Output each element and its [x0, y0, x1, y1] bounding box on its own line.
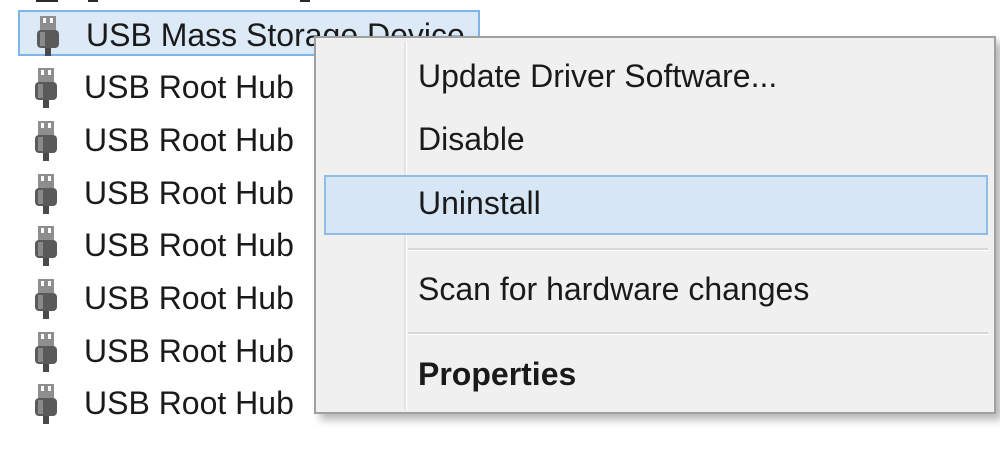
device-item-label: USB Root Hub	[84, 69, 294, 105]
context-menu: Update Driver Software... Disable Uninst…	[314, 36, 996, 414]
usb-plug-icon	[32, 279, 60, 319]
device-item-label: USB Root Hub	[84, 333, 294, 369]
menu-separator	[408, 248, 988, 251]
menu-item-label: Uninstall	[418, 185, 541, 221]
menu-item-label: Properties	[418, 356, 577, 392]
menu-item-update-driver-software[interactable]: Update Driver Software...	[324, 48, 988, 108]
device-item-label: USB Root Hub	[84, 280, 294, 316]
menu-separator	[408, 332, 988, 335]
menu-item-label: Scan for hardware changes	[418, 271, 810, 307]
menu-item-uninstall[interactable]: Uninstall	[324, 175, 988, 235]
device-item-label: USB Root Hub	[84, 385, 294, 421]
usb-plug-icon	[32, 226, 60, 266]
usb-plug-icon	[34, 16, 62, 56]
usb-plug-icon	[32, 384, 60, 424]
device-item-label: USB Root Hub	[84, 175, 294, 211]
menu-item-label: Disable	[418, 121, 525, 157]
menu-item-disable[interactable]: Disable	[324, 111, 988, 171]
menu-item-properties[interactable]: Properties	[324, 346, 988, 406]
device-item-label: USB Root Hub	[84, 122, 294, 158]
usb-plug-icon	[32, 121, 60, 161]
usb-plug-icon	[32, 68, 60, 108]
usb-plug-icon	[32, 332, 60, 372]
menu-item-label: Update Driver Software...	[418, 58, 778, 94]
menu-item-scan-for-hardware-changes[interactable]: Scan for hardware changes	[324, 261, 988, 321]
device-item-label: USB Root Hub	[84, 227, 294, 263]
usb-plug-icon	[32, 174, 60, 214]
